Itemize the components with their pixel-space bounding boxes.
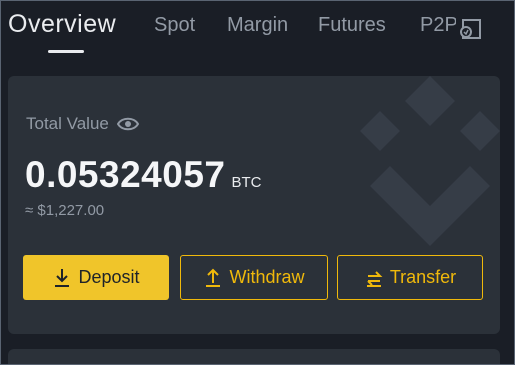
fiat-equivalent: ≈ $1,227.00: [25, 202, 105, 219]
transfer-icon: [366, 270, 383, 287]
total-value-label: Total Value: [26, 114, 109, 133]
account-tabs: Overview Spot Margin Futures P2P: [0, 0, 515, 58]
total-value-card: Total Value 0.05324057 BTC ≈ $1,227.00 D…: [8, 76, 500, 334]
deposit-button[interactable]: Deposit: [23, 255, 169, 300]
tab-margin[interactable]: Margin: [227, 14, 288, 37]
secondary-card: [8, 349, 500, 365]
tab-p2p[interactable]: P2P: [420, 14, 456, 37]
balance-row: 0.05324057 BTC: [25, 154, 261, 196]
total-value-label-row: Total Value: [26, 114, 139, 134]
eye-icon[interactable]: [116, 116, 139, 132]
withdraw-button[interactable]: Withdraw: [180, 255, 328, 300]
transfer-button[interactable]: Transfer: [337, 255, 483, 300]
exchange-logo-watermark: [360, 76, 500, 246]
tab-overview[interactable]: Overview: [8, 10, 116, 39]
tab-spot[interactable]: Spot: [154, 14, 195, 37]
balance-value: 0.05324057: [25, 154, 226, 195]
transfer-label: Transfer: [389, 267, 457, 287]
p2p-icon[interactable]: [455, 17, 483, 41]
download-icon: [55, 268, 70, 287]
deposit-label: Deposit: [78, 267, 140, 287]
tab-futures[interactable]: Futures: [318, 14, 386, 37]
active-tab-indicator: [48, 50, 84, 53]
balance-unit: BTC: [231, 174, 262, 191]
upload-icon: [206, 268, 221, 287]
withdraw-label: Withdraw: [229, 267, 305, 287]
